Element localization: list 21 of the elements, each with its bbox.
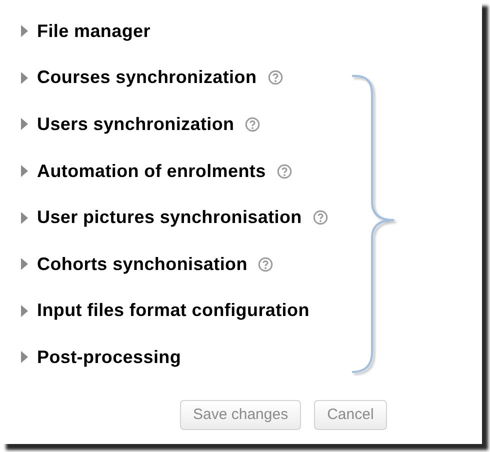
help-icon[interactable] [268,70,283,86]
caret-right-icon[interactable] [20,351,29,364]
caret-right-icon[interactable] [20,118,29,130]
caret-right-icon[interactable] [20,304,29,317]
help-icon[interactable] [245,116,260,132]
caret-right-icon[interactable] [20,72,29,84]
section-heading[interactable]: Automation of enrolments [37,160,266,182]
caret-right-icon[interactable] [20,212,29,224]
caret-right-icon[interactable] [20,165,29,178]
caret-right-icon[interactable] [20,258,29,270]
help-icon[interactable] [258,256,274,272]
section-heading[interactable]: Users synchronization [37,114,234,135]
help-icon[interactable] [312,210,328,226]
section-heading[interactable]: Cohorts synchonisation [37,254,248,275]
help-icon[interactable] [276,164,292,179]
caret-right-icon[interactable] [20,25,29,38]
section-heading[interactable]: File manager [37,20,150,42]
section-heading[interactable]: User pictures synchronisation [37,207,302,228]
section-heading[interactable]: Input files format configuration [37,300,310,322]
section-heading[interactable]: Courses synchronization [37,67,257,88]
section-heading[interactable]: Post-processing [37,346,182,368]
